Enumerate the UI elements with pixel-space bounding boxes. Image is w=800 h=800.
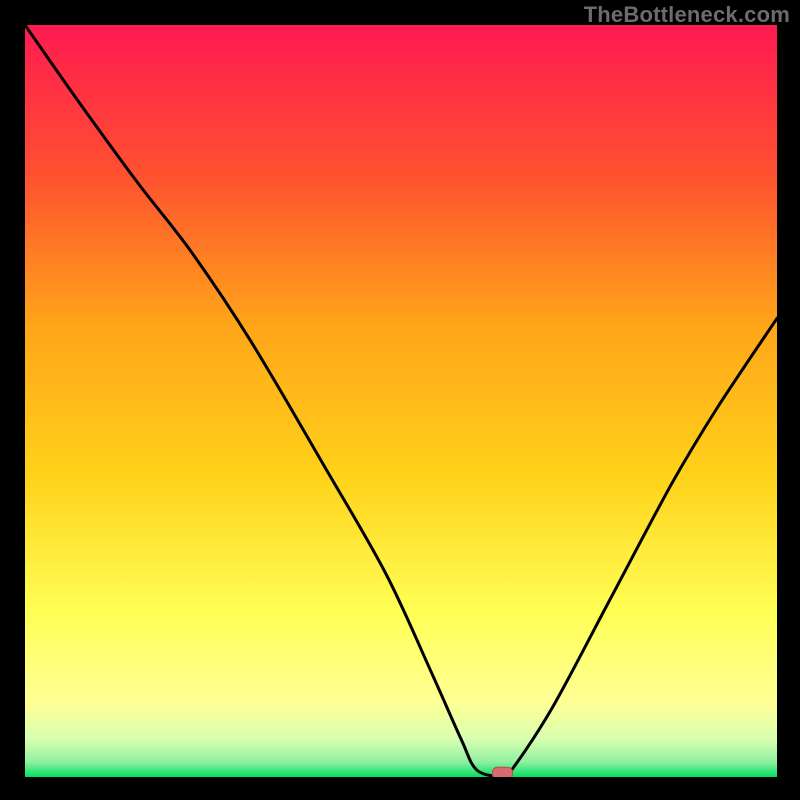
- plot-area: [25, 25, 777, 777]
- chart-container: TheBottleneck.com: [0, 0, 800, 800]
- plot-svg: [25, 25, 777, 777]
- gradient-background: [25, 25, 777, 777]
- optimal-marker: [493, 767, 513, 777]
